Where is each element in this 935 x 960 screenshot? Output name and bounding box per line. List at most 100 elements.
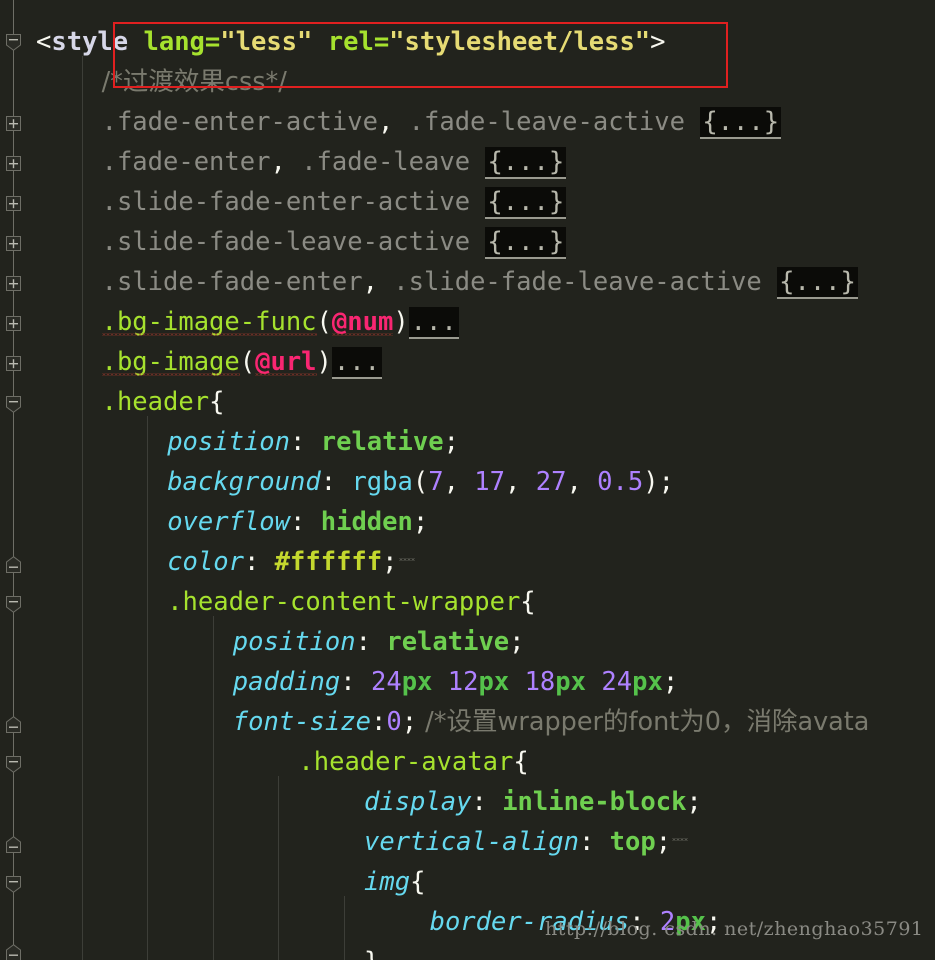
token-num: 0.5 — [597, 467, 644, 497]
token-colon: : — [355, 627, 371, 657]
code-line[interactable]: position: relative; — [167, 422, 459, 462]
token-folded: {...} — [485, 227, 567, 259]
code-line[interactable]: } — [364, 942, 379, 960]
fold-marker-fold-collapsed[interactable] — [6, 116, 21, 131]
code-line[interactable]: .fade-enter-active, .fade-leave-active {… — [102, 102, 782, 142]
token-sel-dim: .fade-enter-active — [101, 107, 378, 137]
token-num: 27 — [535, 467, 567, 497]
fold-marker-fold-collapsed[interactable] — [6, 276, 21, 291]
token-punc: ; — [658, 467, 674, 497]
token-colon: : — [578, 827, 595, 857]
token-punc: > — [650, 27, 666, 57]
token-punc: ; — [655, 827, 672, 857]
fold-marker-fold-open-end[interactable] — [6, 716, 21, 733]
code-content[interactable]: <style lang="less" rel="stylesheet/less"… — [28, 0, 935, 960]
code-line[interactable]: font-size:0; /*设置wrapper的font为0，消除avata — [233, 702, 870, 742]
token-punc: ; — [412, 507, 429, 537]
token-punc: ; — [443, 427, 459, 457]
fold-marker-fold-open-start[interactable] — [6, 756, 21, 773]
token-colon: : — [370, 707, 387, 737]
code-line[interactable]: .header-avatar{ — [298, 742, 528, 782]
code-editor-view[interactable]: <style lang="less" rel="stylesheet/less"… — [0, 0, 935, 960]
code-line[interactable]: .header{ — [102, 382, 225, 422]
code-line[interactable]: overflow: hidden; — [167, 502, 428, 542]
token-punc: , — [377, 107, 394, 137]
fold-marker-fold-collapsed[interactable] — [6, 356, 21, 371]
fold-marker-fold-open-end[interactable] — [6, 556, 21, 573]
code-line[interactable]: /*过渡效果css*/ — [102, 62, 287, 102]
token-sel-dim: .slide-fade-enter — [101, 267, 363, 297]
token-val: relative — [386, 627, 510, 657]
fold-marker-fold-collapsed[interactable] — [6, 156, 21, 171]
code-line[interactable]: color: #ffffff; — [167, 542, 415, 582]
token-unit: px — [401, 667, 433, 697]
code-line[interactable]: position: relative; — [233, 622, 525, 662]
code-line[interactable]: .slide-fade-enter, .slide-fade-leave-act… — [102, 262, 858, 302]
code-line[interactable]: img{ — [364, 862, 425, 902]
token-sel-dim: .slide-fade-leave-active — [101, 227, 486, 257]
token-hex: #ffffff — [274, 547, 383, 577]
code-line[interactable]: vertical-align: top; — [364, 822, 689, 862]
code-line[interactable]: display: inline-block; — [364, 782, 702, 822]
token-punc: ( — [412, 467, 429, 497]
token-prop: display — [364, 787, 472, 817]
token-num: 0 — [386, 707, 402, 737]
token-punc: { — [410, 867, 426, 897]
fold-marker-fold-collapsed[interactable] — [6, 316, 21, 331]
code-line[interactable]: <style lang="less" rel="stylesheet/less"… — [36, 22, 666, 62]
token-punc: , — [566, 467, 582, 497]
fold-marker-fold-open-end[interactable] — [6, 836, 21, 853]
code-line[interactable]: padding: 24px 12px 18px 24px; — [233, 662, 678, 702]
code-line[interactable]: .bg-image-func(@num)... — [102, 302, 459, 342]
code-folding-gutter[interactable] — [0, 0, 28, 960]
token-attr: lang — [143, 27, 205, 57]
fold-marker-fold-collapsed[interactable] — [6, 236, 21, 251]
code-line[interactable]: .bg-image(@url)... — [102, 342, 382, 382]
token-sel-dim: .fade-enter — [101, 147, 271, 177]
token-num: 12 — [447, 667, 479, 697]
token-folded: {...} — [485, 187, 567, 219]
token-punc: , — [270, 147, 286, 177]
fold-marker-fold-open-start[interactable] — [6, 876, 21, 893]
fold-marker-fold-open-end[interactable] — [6, 944, 21, 960]
token-prop: color — [167, 547, 244, 577]
token-punc: { — [520, 587, 536, 617]
token-val: relative — [320, 427, 444, 457]
code-line[interactable]: .slide-fade-leave-active {...} — [102, 222, 567, 262]
token-attr: = — [204, 27, 221, 57]
code-line[interactable]: .header-content-wrapper{ — [167, 582, 535, 622]
token-sel: .header-content-wrapper — [167, 587, 521, 617]
token-folded: {...} — [777, 267, 858, 299]
token-punc: ; — [509, 627, 525, 657]
token-sel-dim: .fade-leave-active — [393, 107, 701, 137]
code-line[interactable]: background: rgba(7, 17, 27, 0.5); — [167, 462, 674, 502]
fold-marker-fold-open-start[interactable] — [6, 596, 21, 613]
fold-marker-fold-open-start[interactable] — [6, 34, 21, 51]
fold-marker-fold-collapsed[interactable] — [6, 196, 21, 211]
token-punc: , — [443, 467, 459, 497]
token-prop: vertical-align — [364, 827, 579, 857]
token-num: 24 — [601, 667, 633, 697]
token-var: @url — [255, 347, 317, 377]
code-line[interactable]: .slide-fade-enter-active {...} — [102, 182, 567, 222]
fold-marker-fold-open-start[interactable] — [6, 396, 21, 413]
token-punc: ; — [686, 787, 702, 817]
code-line[interactable]: .fade-enter, .fade-leave {...} — [102, 142, 567, 182]
token-punc: ) — [393, 307, 409, 337]
token-colon: : — [471, 787, 487, 817]
token-tag: style — [51, 27, 129, 57]
